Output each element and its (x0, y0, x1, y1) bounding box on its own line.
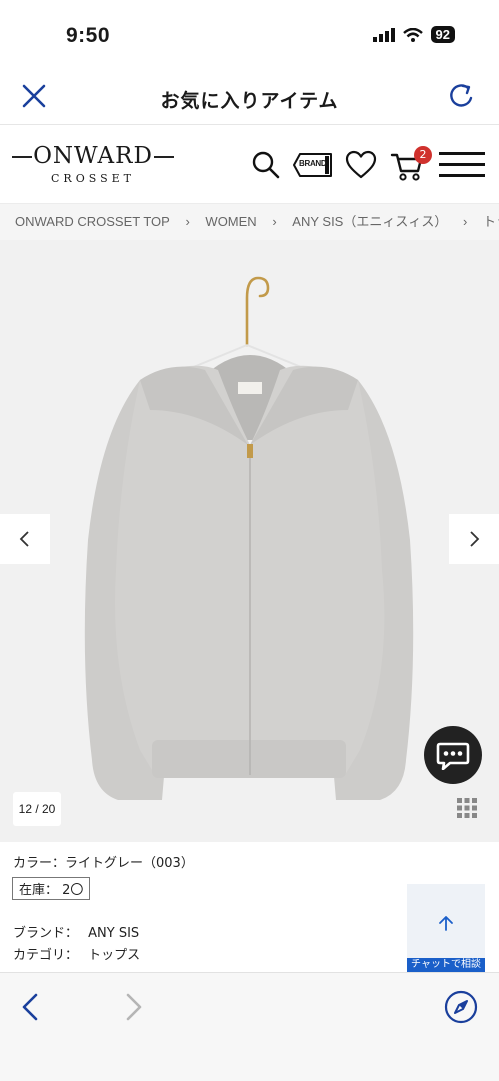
brand-icon-label: BRAND (299, 159, 327, 168)
thumbnail-grid-button[interactable] (450, 791, 484, 825)
brand-value[interactable]: ANY SIS (88, 926, 139, 941)
cart-button[interactable]: 2 (390, 146, 434, 184)
chevron-left-icon (19, 531, 29, 547)
forward-button[interactable] (124, 992, 144, 1026)
breadcrumb-item-category[interactable]: トップス (483, 204, 499, 240)
open-in-safari-button[interactable] (444, 990, 478, 1028)
category-label: カテゴリ： (13, 948, 79, 963)
grid-icon (457, 798, 477, 818)
breadcrumb-item-women[interactable]: WOMEN (205, 204, 256, 240)
scroll-to-top-button[interactable]: チャットで相談 (407, 884, 485, 972)
back-button[interactable] (20, 992, 40, 1026)
reload-button[interactable] (446, 80, 478, 116)
image-counter: 12 / 20 (13, 792, 61, 826)
prev-image-button[interactable] (0, 514, 50, 564)
search-button[interactable] (251, 150, 281, 184)
hamburger-menu-icon (439, 152, 485, 177)
search-icon (252, 151, 280, 179)
wifi-icon (402, 27, 423, 42)
arrow-up-icon (439, 916, 453, 931)
chevron-right-icon: › (185, 214, 190, 229)
logo-sub-text: CROSSET (51, 172, 135, 185)
menu-button[interactable] (439, 150, 485, 184)
brand-row: ブランド： ANY SIS (13, 922, 139, 941)
chat-consult-label[interactable]: チャットで相談 (407, 958, 485, 972)
site-logo[interactable]: ONWARD CROSSET (12, 143, 174, 185)
breadcrumb-item-brand[interactable]: ANY SIS（エニィスィス） (292, 204, 447, 240)
battery-indicator: 92 (430, 26, 455, 43)
browser-toolbar (0, 972, 499, 1081)
brand-button[interactable]: BRAND (292, 151, 334, 179)
chat-button[interactable] (424, 726, 482, 784)
chevron-right-icon: › (272, 214, 277, 229)
chevron-right-icon (126, 993, 142, 1021)
breadcrumb-item-top[interactable]: ONWARD CROSSET TOP (15, 204, 170, 240)
compass-icon (444, 990, 478, 1024)
status-time: 9:50 (66, 24, 111, 47)
color-label: カラー：ライトグレー（003） (13, 856, 194, 871)
stock-badge: 在庫： 2〇 (12, 877, 91, 900)
reload-icon (450, 84, 473, 107)
chevron-left-icon (22, 993, 38, 1021)
chat-bubble-icon (436, 742, 470, 770)
favorite-button[interactable] (345, 150, 377, 184)
chevron-right-icon: › (462, 214, 468, 229)
chevron-right-icon (470, 531, 480, 547)
heart-icon (345, 150, 377, 179)
breadcrumb: ONWARD CROSSET TOP › WOMEN › ANY SIS（エニィ… (0, 203, 499, 241)
nav-title: お気に入りアイテム (160, 90, 339, 112)
next-image-button[interactable] (449, 514, 499, 564)
status-icons: 92 (372, 26, 455, 43)
cart-count-badge: 2 (414, 146, 432, 164)
category-row: カテゴリ： トップス (13, 944, 140, 963)
brand-label: ブランド： (13, 926, 79, 941)
signal-icon (372, 27, 395, 42)
logo-main-text: ONWARD (33, 143, 153, 169)
category-value[interactable]: トップス (88, 948, 140, 963)
